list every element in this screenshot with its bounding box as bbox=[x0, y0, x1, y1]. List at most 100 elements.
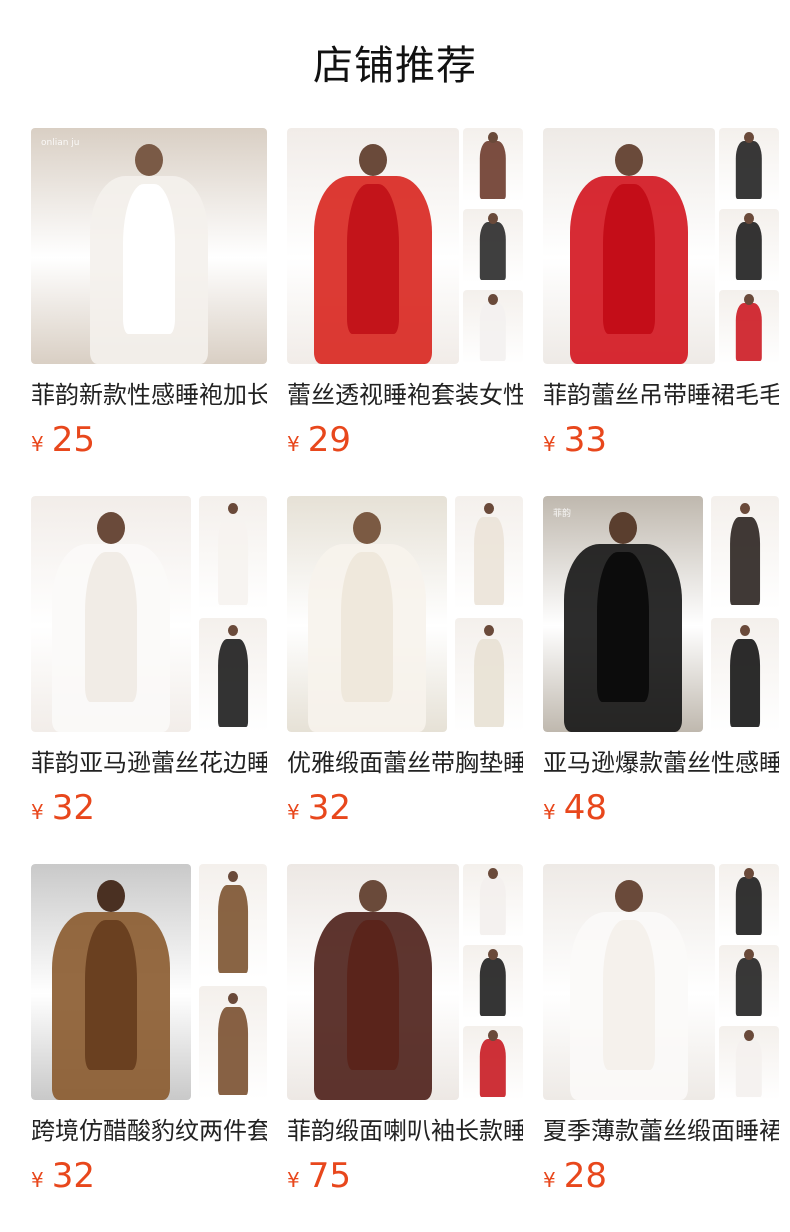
thumbnail-head-shape bbox=[744, 868, 754, 880]
side-thumbnail[interactable] bbox=[463, 128, 523, 202]
product-image[interactable] bbox=[287, 496, 523, 732]
product-card[interactable]: 跨境仿醋酸豹纹两件套睡 ¥32 bbox=[31, 864, 267, 1200]
currency-symbol: ¥ bbox=[287, 800, 300, 824]
thumbnail-model-shape bbox=[735, 303, 763, 362]
thumbnail-head-shape bbox=[488, 868, 498, 880]
product-image[interactable]: 菲韵 bbox=[543, 496, 779, 732]
thumbnail-head-shape bbox=[744, 949, 754, 961]
price-value: 32 bbox=[51, 1156, 95, 1196]
thumbnail-model-shape bbox=[730, 516, 760, 606]
page-title: 店铺推荐 bbox=[313, 43, 477, 89]
side-thumbnail[interactable] bbox=[199, 618, 267, 732]
product-main-photo bbox=[287, 128, 459, 364]
product-card[interactable]: 优雅缎面蕾丝带胸垫睡裙 ¥32 bbox=[287, 496, 523, 832]
price-value: 32 bbox=[307, 788, 351, 828]
product-title[interactable]: 菲韵缎面喇叭袖长款睡袍 bbox=[287, 1116, 523, 1146]
thumbnail-model-shape bbox=[735, 222, 763, 281]
thumbnail-model-shape bbox=[218, 1006, 248, 1096]
thumbnail-model-shape bbox=[479, 222, 507, 281]
thumbnail-head-shape bbox=[744, 1030, 754, 1042]
product-card[interactable]: 菲韵蕾丝吊带睡裙毛毛边 ¥33 bbox=[543, 128, 779, 464]
model-dress-shape bbox=[85, 552, 137, 702]
product-grid: onlian ju 菲韵新款性感睡袍加长款 ¥25 蕾丝透视睡袍套装女性感 ¥29 菲韵蕾… bbox=[31, 128, 779, 1200]
model-head-shape bbox=[97, 512, 125, 544]
product-image[interactable]: onlian ju bbox=[31, 128, 267, 364]
thumbnail-head-shape bbox=[484, 502, 494, 514]
product-price: ¥32 bbox=[287, 788, 523, 832]
thumbnail-head-shape bbox=[488, 213, 498, 225]
side-thumbnail[interactable] bbox=[719, 864, 779, 938]
product-main-photo bbox=[31, 496, 191, 732]
brand-watermark: onlian ju bbox=[41, 138, 80, 148]
thumbnail-model-shape bbox=[218, 884, 248, 974]
model-dress-shape bbox=[603, 920, 655, 1070]
price-value: 32 bbox=[51, 788, 95, 828]
product-price: ¥29 bbox=[287, 420, 523, 464]
currency-symbol: ¥ bbox=[543, 800, 556, 824]
product-title[interactable]: 菲韵亚马逊蕾丝花边睡袍 bbox=[31, 748, 267, 778]
model-dress-shape bbox=[341, 552, 393, 702]
product-title[interactable]: 优雅缎面蕾丝带胸垫睡裙 bbox=[287, 748, 523, 778]
thumbnail-model-shape bbox=[474, 638, 504, 728]
currency-symbol: ¥ bbox=[543, 432, 556, 456]
product-title[interactable]: 跨境仿醋酸豹纹两件套睡 bbox=[31, 1116, 267, 1146]
side-thumbnail[interactable] bbox=[711, 496, 779, 610]
product-title[interactable]: 夏季薄款蕾丝缎面睡裙 bbox=[543, 1116, 779, 1146]
side-thumbnail[interactable] bbox=[719, 290, 779, 364]
currency-symbol: ¥ bbox=[31, 432, 44, 456]
thumbnail-model-shape bbox=[735, 141, 763, 200]
price-value: 25 bbox=[51, 420, 95, 460]
product-price: ¥28 bbox=[543, 1156, 779, 1200]
thumbnail-head-shape bbox=[228, 992, 238, 1004]
product-image[interactable] bbox=[543, 128, 779, 364]
product-main-photo bbox=[31, 864, 191, 1100]
side-thumbnail[interactable] bbox=[463, 290, 523, 364]
thumbnail-model-shape bbox=[218, 638, 248, 728]
product-card[interactable]: 菲韵缎面喇叭袖长款睡袍 ¥75 bbox=[287, 864, 523, 1200]
product-card[interactable]: 菲韵亚马逊蕾丝花边睡袍 ¥32 bbox=[31, 496, 267, 832]
product-card[interactable]: 菲韵亚马逊爆款蕾丝性感睡袍 ¥48 bbox=[543, 496, 779, 832]
thumbnail-model-shape bbox=[479, 1039, 507, 1098]
side-thumbnail[interactable] bbox=[199, 864, 267, 978]
side-thumbnail[interactable] bbox=[719, 945, 779, 1019]
product-image[interactable] bbox=[31, 496, 267, 732]
side-thumbnail[interactable] bbox=[719, 209, 779, 283]
thumbnail-head-shape bbox=[228, 870, 238, 882]
currency-symbol: ¥ bbox=[543, 1168, 556, 1192]
thumbnail-head-shape bbox=[488, 294, 498, 306]
side-thumbnail[interactable] bbox=[463, 1026, 523, 1100]
product-price: ¥32 bbox=[31, 1156, 267, 1200]
side-thumbnail[interactable] bbox=[463, 945, 523, 1019]
model-dress-shape bbox=[123, 184, 175, 334]
model-head-shape bbox=[609, 512, 637, 544]
side-thumbnail[interactable] bbox=[719, 128, 779, 202]
product-image[interactable] bbox=[287, 128, 523, 364]
product-card[interactable]: onlian ju 菲韵新款性感睡袍加长款 ¥25 bbox=[31, 128, 267, 464]
product-title[interactable]: 亚马逊爆款蕾丝性感睡袍 bbox=[543, 748, 779, 778]
side-thumbnail[interactable] bbox=[463, 209, 523, 283]
product-card[interactable]: 夏季薄款蕾丝缎面睡裙 ¥28 bbox=[543, 864, 779, 1200]
price-value: 29 bbox=[307, 420, 351, 460]
side-thumbnail[interactable] bbox=[719, 1026, 779, 1100]
thumbnail-head-shape bbox=[484, 624, 494, 636]
thumbnail-model-shape bbox=[730, 638, 760, 728]
thumbnail-head-shape bbox=[488, 949, 498, 961]
product-title[interactable]: 蕾丝透视睡袍套装女性感 bbox=[287, 380, 523, 410]
product-image[interactable] bbox=[543, 864, 779, 1100]
thumbnail-head-shape bbox=[744, 294, 754, 306]
product-title[interactable]: 菲韵蕾丝吊带睡裙毛毛边 bbox=[543, 380, 779, 410]
side-thumbnail[interactable] bbox=[455, 618, 523, 732]
side-thumbnail[interactable] bbox=[711, 618, 779, 732]
product-price: ¥32 bbox=[31, 788, 267, 832]
product-image[interactable] bbox=[287, 864, 523, 1100]
side-thumbnail[interactable] bbox=[455, 496, 523, 610]
side-thumbnail[interactable] bbox=[463, 864, 523, 938]
thumbnail-model-shape bbox=[479, 877, 507, 936]
side-thumbnail[interactable] bbox=[199, 986, 267, 1100]
side-thumbnail[interactable] bbox=[199, 496, 267, 610]
thumbnail-head-shape bbox=[744, 213, 754, 225]
product-card[interactable]: 蕾丝透视睡袍套装女性感 ¥29 bbox=[287, 128, 523, 464]
currency-symbol: ¥ bbox=[31, 800, 44, 824]
product-image[interactable] bbox=[31, 864, 267, 1100]
product-title[interactable]: 菲韵新款性感睡袍加长款 bbox=[31, 380, 267, 410]
